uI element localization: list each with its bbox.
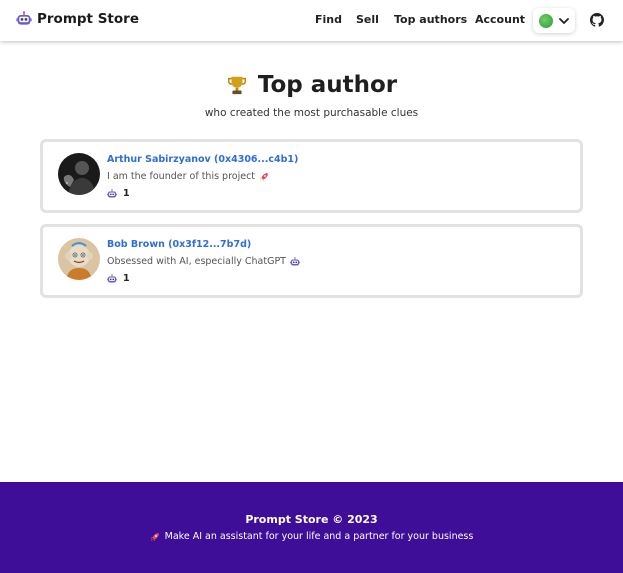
prompt-count-value: 1	[123, 273, 130, 284]
account-menu-button[interactable]	[533, 8, 575, 33]
nav-account-link[interactable]: Account	[475, 13, 525, 26]
author-bio-text: Obsessed with AI, especially ChatGPT	[107, 256, 286, 267]
page-subtitle: who created the most purchasable clues	[204, 107, 419, 119]
github-icon[interactable]	[590, 13, 604, 27]
nav-find-link[interactable]: Find	[315, 13, 342, 26]
author-name-link[interactable]: Bob Brown (0x3f12...7b7d)	[107, 239, 251, 250]
page-title: Top author	[257, 72, 398, 98]
footer-title: Prompt Store © 2023	[245, 513, 378, 526]
rocket-icon	[150, 532, 160, 542]
chevron-down-icon	[559, 17, 569, 24]
author-bio-text: I am the founder of this project	[107, 171, 256, 182]
footer-tagline: Make AI an assistant for your life and a…	[0, 531, 623, 542]
page-footer: Prompt Store © 2023 Make AI an assistant…	[0, 482, 623, 573]
author-name-link[interactable]: Arthur Sabirzyanov (0x4306...c4b1)	[107, 154, 298, 165]
prompt-count-value: 1	[123, 188, 130, 199]
author-bio: I am the founder of this project	[107, 171, 269, 182]
footer-tagline-text: Make AI an assistant for your life and a…	[164, 531, 474, 542]
author-card: Arthur Sabirzyanov (0x4306...c4b1) I am …	[40, 139, 583, 213]
prompt-count: 1	[107, 273, 130, 284]
top-navbar: Prompt Store Find Sell Top authors Accou…	[0, 0, 623, 41]
robot-icon	[107, 274, 117, 284]
page-header: Top author who created the most purchasa…	[0, 72, 623, 119]
author-bio: Obsessed with AI, especially ChatGPT	[107, 256, 300, 267]
nav-top-authors-link[interactable]: Top authors	[394, 13, 467, 26]
nav-sell-link[interactable]: Sell	[356, 13, 379, 26]
author-avatar[interactable]	[58, 238, 100, 280]
robot-icon	[290, 257, 300, 267]
prompt-count: 1	[107, 188, 130, 199]
author-card: Bob Brown (0x3f12...7b7d) Obsessed with …	[40, 224, 583, 298]
brand-logo[interactable]: Prompt Store	[16, 11, 139, 27]
avatar	[539, 13, 553, 28]
author-avatar[interactable]	[58, 153, 100, 195]
robot-icon	[16, 11, 32, 27]
trophy-icon	[227, 76, 246, 95]
rocket-icon	[259, 172, 269, 182]
brand-name: Prompt Store	[37, 11, 139, 27]
robot-icon	[107, 189, 117, 199]
